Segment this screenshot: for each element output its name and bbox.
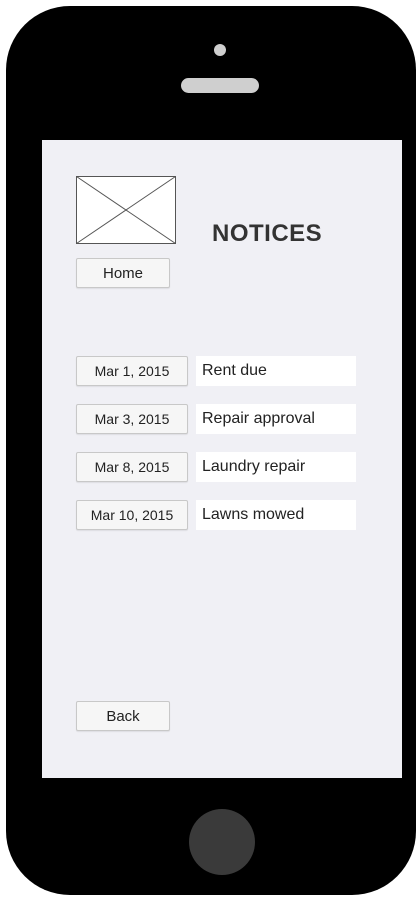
app-screen: NOTICES Home Mar 1, 2015 Rent due Mar 3,… xyxy=(42,140,402,778)
notice-text: Laundry repair xyxy=(196,452,356,482)
notice-date-button[interactable]: Mar 10, 2015 xyxy=(76,500,188,530)
list-item: Mar 1, 2015 Rent due xyxy=(76,356,376,388)
home-hardware-button[interactable] xyxy=(189,809,255,875)
home-button[interactable]: Home xyxy=(76,258,170,288)
back-button[interactable]: Back xyxy=(76,701,170,731)
notice-date-button[interactable]: Mar 8, 2015 xyxy=(76,452,188,482)
list-item: Mar 8, 2015 Laundry repair xyxy=(76,452,376,484)
phone-frame: NOTICES Home Mar 1, 2015 Rent due Mar 3,… xyxy=(6,6,416,895)
notice-date-button[interactable]: Mar 3, 2015 xyxy=(76,404,188,434)
notice-text: Repair approval xyxy=(196,404,356,434)
notice-text: Lawns mowed xyxy=(196,500,356,530)
notice-text: Rent due xyxy=(196,356,356,386)
list-item: Mar 10, 2015 Lawns mowed xyxy=(76,500,376,532)
notice-list: Mar 1, 2015 Rent due Mar 3, 2015 Repair … xyxy=(76,356,376,548)
notice-date-button[interactable]: Mar 1, 2015 xyxy=(76,356,188,386)
image-placeholder-icon xyxy=(76,176,176,244)
speaker-icon xyxy=(181,78,259,93)
list-item: Mar 3, 2015 Repair approval xyxy=(76,404,376,436)
camera-icon xyxy=(214,44,226,56)
page-title: NOTICES xyxy=(212,220,323,247)
